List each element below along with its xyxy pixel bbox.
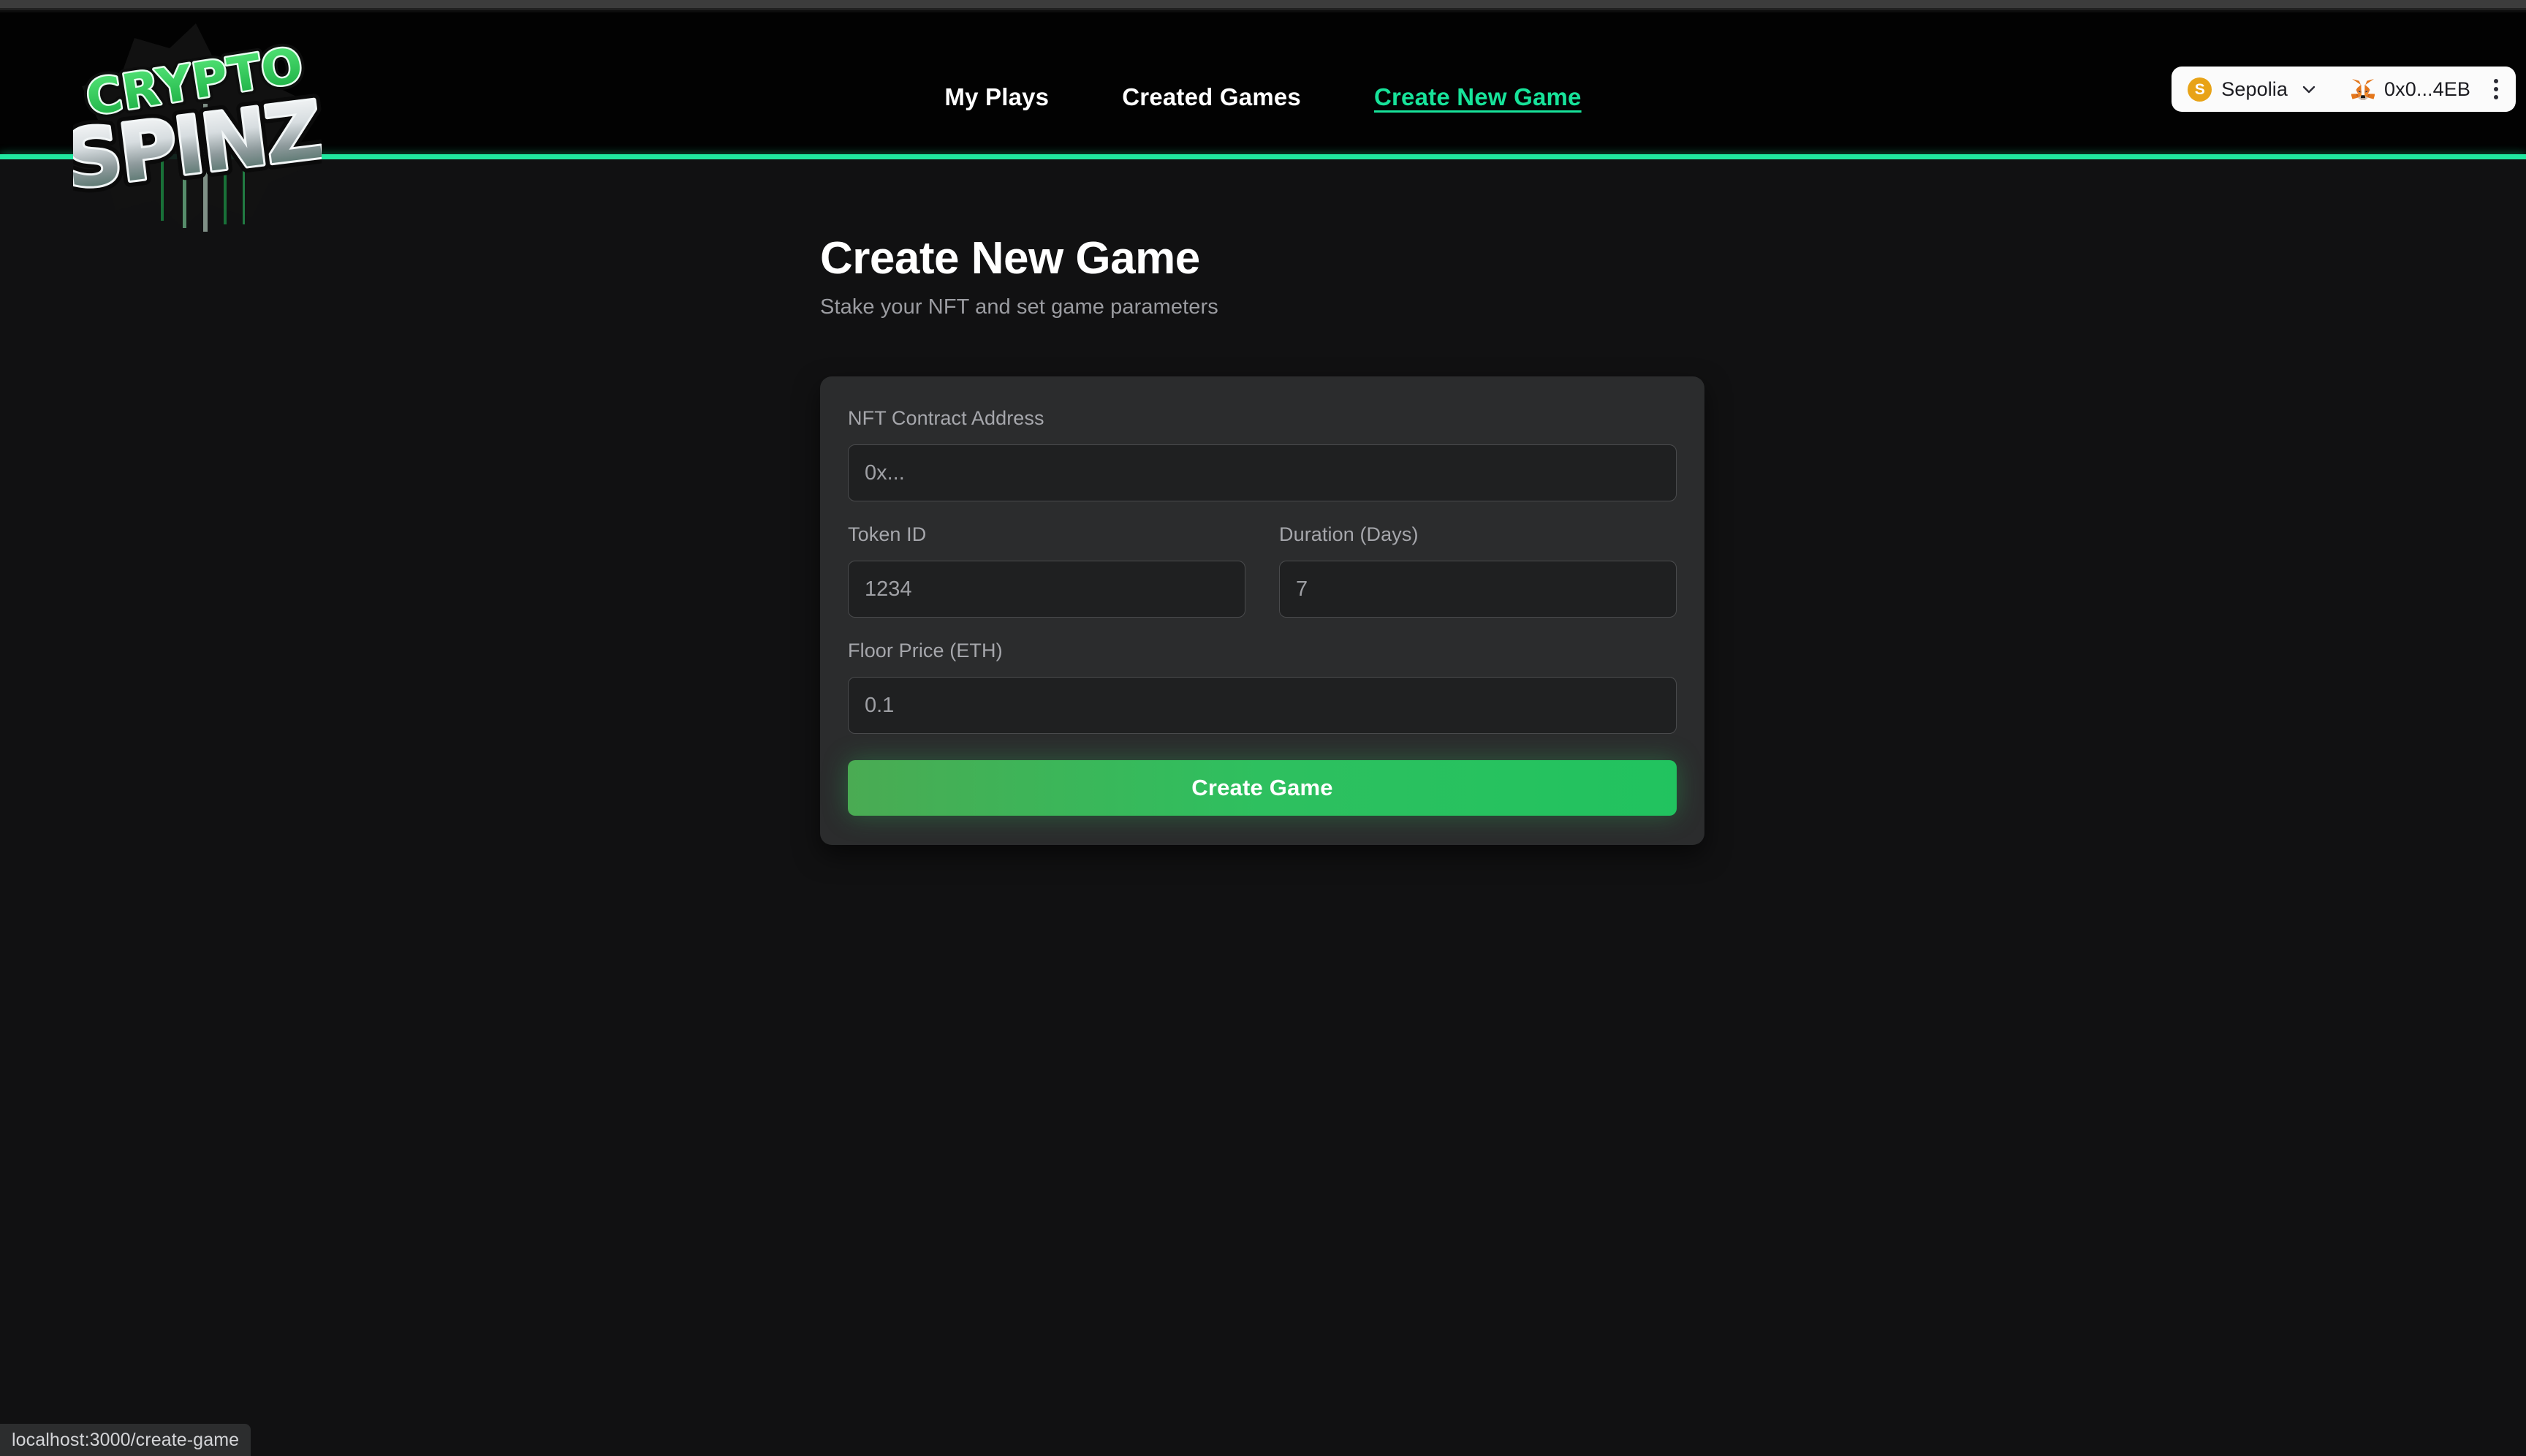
create-game-button[interactable]: Create Game bbox=[848, 760, 1677, 816]
page-title: Create New Game bbox=[820, 233, 1200, 284]
network-selector[interactable]: S Sepolia bbox=[2188, 77, 2318, 102]
floor-price-eth-input[interactable] bbox=[848, 677, 1677, 734]
browser-chrome-strip bbox=[0, 0, 2526, 10]
nav-item-my-plays[interactable]: My Plays bbox=[944, 83, 1049, 111]
site-logo[interactable]: CRYPTO CRYPTO CRYPTO SPINZ SPINZ SPINZ bbox=[73, 16, 322, 235]
create-game-form-card: NFT Contract Address Token ID Duration (… bbox=[820, 376, 1704, 845]
main-content: Create New Game Stake your NFT and set g… bbox=[0, 159, 2526, 1456]
metamask-fox-icon bbox=[2351, 78, 2375, 100]
token-id-input[interactable] bbox=[848, 561, 1245, 618]
nav-item-create-new-game[interactable]: Create New Game bbox=[1374, 83, 1582, 111]
account-button[interactable]: 0x0...4EB bbox=[2351, 78, 2470, 101]
page-subtitle: Stake your NFT and set game parameters bbox=[820, 295, 1218, 319]
field-duration-days: Duration (Days) bbox=[1279, 523, 1677, 618]
field-token-id: Token ID bbox=[848, 523, 1245, 618]
duration-days-input[interactable] bbox=[1279, 561, 1677, 618]
site-header: My Plays Created Games Create New Game S… bbox=[0, 12, 2526, 157]
account-address: 0x0...4EB bbox=[2384, 77, 2470, 100]
network-name: Sepolia bbox=[2221, 77, 2288, 100]
field-row-token-duration: Token ID Duration (Days) bbox=[848, 523, 1677, 640]
page-header: Create New Game Stake your NFT and set g… bbox=[820, 235, 1218, 319]
main-navigation: My Plays Created Games Create New Game bbox=[0, 25, 2526, 170]
label-token-id: Token ID bbox=[848, 523, 927, 545]
label-nft-contract-address: NFT Contract Address bbox=[848, 407, 1044, 429]
status-url-text: localhost:3000/create-game bbox=[12, 1429, 240, 1450]
network-badge-icon: S bbox=[2188, 77, 2212, 102]
chevron-down-icon[interactable] bbox=[2300, 80, 2318, 98]
field-nft-contract-address: NFT Contract Address bbox=[848, 407, 1677, 501]
nft-contract-address-input[interactable] bbox=[848, 444, 1677, 501]
crypto-spinz-logo-icon: CRYPTO CRYPTO CRYPTO SPINZ SPINZ SPINZ bbox=[73, 23, 322, 232]
kebab-menu-icon[interactable] bbox=[2491, 76, 2501, 102]
wallet-bar[interactable]: S Sepolia 0x0...4EB bbox=[2172, 67, 2516, 112]
label-floor-price-eth: Floor Price (ETH) bbox=[848, 640, 1003, 661]
field-floor-price-eth: Floor Price (ETH) bbox=[848, 640, 1677, 734]
nav-item-created-games[interactable]: Created Games bbox=[1122, 83, 1301, 111]
browser-status-bar: localhost:3000/create-game bbox=[0, 1424, 251, 1456]
label-duration-days: Duration (Days) bbox=[1279, 523, 1419, 545]
page-root: My Plays Created Games Create New Game S… bbox=[0, 0, 2526, 1456]
